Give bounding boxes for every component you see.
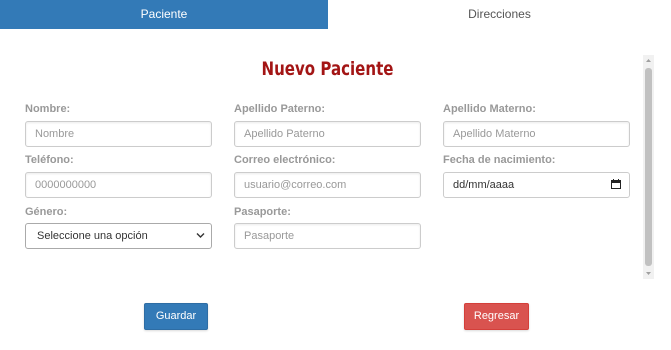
scroll-up-arrow-icon[interactable] xyxy=(643,55,654,66)
back-button[interactable]: Regresar xyxy=(464,303,529,330)
scrollbar-thumb[interactable] xyxy=(645,68,652,266)
correo-label: Correo electrónico: xyxy=(234,154,336,166)
telefono-label: Teléfono: xyxy=(25,154,74,166)
page-title: Nuevo Paciente xyxy=(261,58,394,80)
fecha-nacimiento-label: Fecha de nacimiento: xyxy=(443,154,556,166)
apellido-materno-input[interactable] xyxy=(443,121,630,147)
form-scrollbar[interactable] xyxy=(643,55,654,279)
apellido-paterno-input[interactable] xyxy=(234,121,421,147)
genero-select[interactable]: Seleccione una opción xyxy=(25,223,212,249)
chevron-down-icon xyxy=(196,233,205,238)
tab-paciente[interactable]: Paciente xyxy=(0,0,328,29)
tab-direcciones[interactable]: Direcciones xyxy=(328,0,671,29)
pasaporte-input[interactable] xyxy=(234,223,421,249)
tab-bar: Paciente Direcciones xyxy=(0,0,671,29)
fecha-nacimiento-input[interactable]: dd/mm/aaaa xyxy=(443,172,630,198)
apellido-paterno-label: Apellido Paterno: xyxy=(234,103,326,115)
nombre-label: Nombre: xyxy=(25,103,71,115)
telefono-input[interactable] xyxy=(25,172,212,198)
pasaporte-label: Pasaporte: xyxy=(234,206,291,218)
calendar-icon[interactable] xyxy=(611,179,621,189)
apellido-materno-label: Apellido Materno: xyxy=(443,103,536,115)
save-button[interactable]: Guardar xyxy=(144,303,208,330)
nombre-input[interactable] xyxy=(25,121,212,147)
scroll-down-arrow-icon[interactable] xyxy=(643,268,654,279)
correo-input[interactable] xyxy=(234,172,421,198)
genero-selected-value: Seleccione una opción xyxy=(37,230,148,242)
genero-label: Género: xyxy=(25,206,68,218)
fecha-nacimiento-value: dd/mm/aaaa xyxy=(453,179,515,191)
